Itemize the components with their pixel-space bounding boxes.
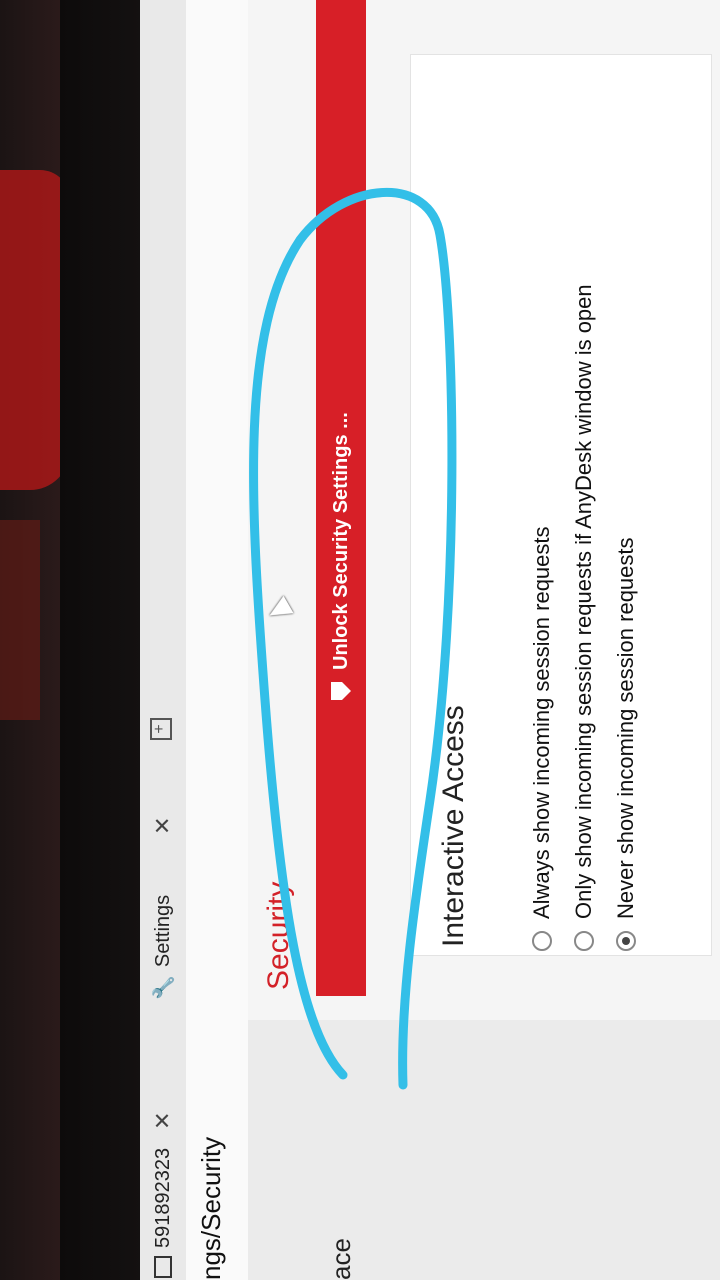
new-tab-button[interactable]: + bbox=[150, 718, 172, 740]
close-icon[interactable]: ✕ bbox=[150, 1111, 176, 1129]
sidebar-item-interface[interactable]: ace bbox=[326, 1238, 357, 1280]
radio-circle-selected[interactable] bbox=[616, 931, 636, 951]
radio-circle[interactable] bbox=[532, 931, 552, 951]
shield-icon bbox=[331, 682, 351, 700]
unlock-security-settings-button[interactable]: Unlock Security Settings ... bbox=[316, 0, 366, 996]
tab-label: 591892323 bbox=[151, 1147, 174, 1248]
wrench-icon: 🔧 bbox=[152, 975, 175, 1000]
mouse-cursor-icon bbox=[264, 595, 294, 625]
radio-circle[interactable] bbox=[574, 931, 594, 951]
radio-always-show[interactable]: Always show incoming session requests bbox=[529, 526, 555, 951]
settings-sidebar: ace bbox=[248, 1020, 720, 1280]
interactive-access-section: Interactive Access Always show incoming … bbox=[410, 54, 712, 956]
close-icon[interactable]: ✕ bbox=[150, 816, 176, 834]
radio-label: Never show incoming session requests bbox=[613, 537, 638, 919]
address-bar[interactable]: ngs/Security bbox=[186, 0, 249, 1280]
settings-path: ngs/Security bbox=[196, 1136, 226, 1280]
unlock-button-label: Unlock Security Settings ... bbox=[329, 412, 352, 670]
radio-label: Only show incoming session requests if A… bbox=[571, 284, 596, 919]
tab-bar: 591892323 ✕ 🔧 Settings ✕ + bbox=[140, 0, 186, 1280]
monitor-icon bbox=[154, 1256, 172, 1278]
tab-label: Settings bbox=[151, 894, 174, 968]
section-title: Interactive Access bbox=[437, 705, 470, 947]
radio-label: Always show incoming session requests bbox=[529, 526, 554, 919]
security-settings-panel: Security Unlock Security Settings ... In… bbox=[248, 0, 720, 1020]
background-object bbox=[0, 520, 40, 720]
radio-only-if-open[interactable]: Only show incoming session requests if A… bbox=[571, 284, 597, 951]
anydesk-window: 591892323 ✕ 🔧 Settings ✕ + ngs/Security … bbox=[140, 0, 720, 1280]
radio-never-show[interactable]: Never show incoming session requests bbox=[613, 537, 639, 951]
tab-session[interactable]: 591892323 ✕ bbox=[146, 1111, 180, 1278]
tab-settings[interactable]: 🔧 Settings ✕ bbox=[146, 816, 180, 1000]
page-title: Security bbox=[262, 881, 295, 990]
